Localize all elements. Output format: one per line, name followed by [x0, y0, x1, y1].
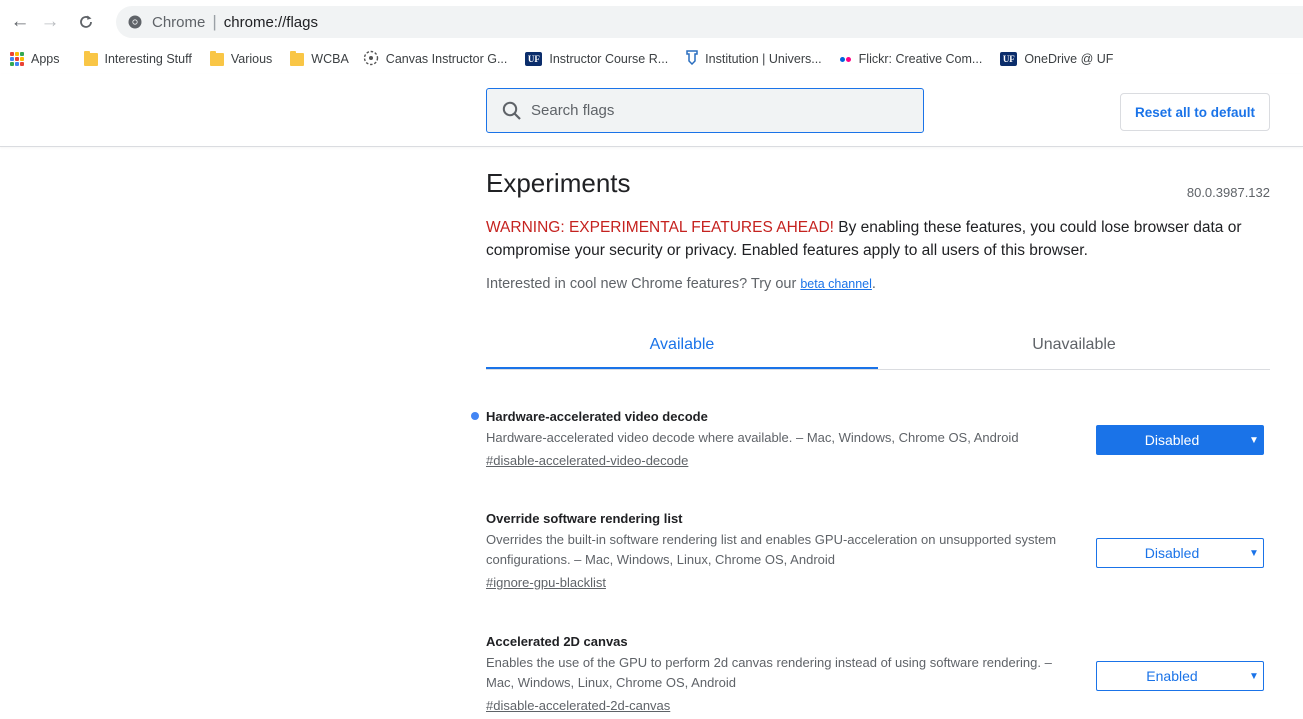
experiment-description: Enables the use of the GPU to perform 2d… [486, 655, 1052, 690]
reload-icon[interactable] [72, 8, 100, 36]
bookmark-label: Instructor Course R... [549, 52, 669, 66]
experiment-hardware-video-decode: Hardware-accelerated video decode Hardwa… [471, 409, 1270, 470]
folder-icon [83, 50, 98, 66]
forward-arrow-icon[interactable]: → [36, 8, 64, 36]
chrome-logo-icon [128, 15, 142, 29]
warning-strong: WARNING: EXPERIMENTAL FEATURES AHEAD! [486, 219, 834, 236]
flags-content: Experiments 80.0.3987.132 WARNING: EXPER… [471, 146, 1270, 713]
search-box[interactable] [486, 88, 924, 133]
tab-available[interactable]: Available [486, 323, 878, 369]
bookmark-canvas-instructor[interactable]: Canvas Instructor G... [363, 50, 508, 69]
experiment-name-text: Override software rendering list [486, 511, 683, 526]
flags-header: Reset all to default [0, 74, 1303, 147]
bookmark-label: Apps [31, 52, 60, 66]
flickr-icon [839, 56, 852, 62]
bookmark-apps[interactable]: Apps [10, 52, 60, 66]
experiment-permalink[interactable]: #disable-accelerated-2d-canvas [486, 697, 1270, 715]
select-value: Disabled [1144, 432, 1200, 448]
experiment-select[interactable]: Disabled ▼ [1096, 538, 1264, 568]
interest-lead: Interested in cool new Chrome features? … [486, 276, 801, 292]
experiment-description: Overrides the built-in software renderin… [486, 532, 1057, 567]
bookmark-onedrive[interactable]: UF OneDrive @ UF [1000, 52, 1113, 66]
site-chip-label: Chrome [152, 13, 206, 31]
address-bar[interactable]: Chrome | chrome://flags [116, 6, 1303, 38]
tabs: Available Unavailable [486, 323, 1270, 370]
folder-icon [290, 50, 305, 66]
select-value: Disabled [1144, 545, 1200, 561]
experiment-override-software-rendering: Override software rendering list Overrid… [486, 511, 1270, 592]
bookmark-wcba[interactable]: WCBA [290, 50, 349, 66]
caret-down-icon: ▼ [1249, 547, 1259, 559]
beta-channel-link[interactable]: beta channel [800, 277, 872, 291]
bookmark-label: Flickr: Creative Com... [858, 52, 983, 66]
back-arrow-icon[interactable]: ← [6, 8, 34, 36]
bookmarks-bar: Apps Interesting Stuff Various WCBA Canv… [0, 44, 1303, 74]
page-title: Experiments [486, 168, 631, 198]
interest-end: . [871, 276, 876, 292]
experiment-name-text: Accelerated 2D canvas [486, 634, 628, 649]
search-input[interactable] [529, 101, 913, 120]
reset-all-button[interactable]: Reset all to default [1120, 93, 1270, 131]
warning-text: WARNING: EXPERIMENTAL FEATURES AHEAD! By… [486, 216, 1270, 262]
experiment-permalink[interactable]: #ignore-gpu-blacklist [486, 574, 1270, 592]
bookmark-label: WCBA [311, 52, 349, 66]
bookmark-label: Canvas Instructor G... [385, 52, 508, 66]
experiment-name: Hardware-accelerated video decode [471, 409, 1270, 424]
bookmark-interesting-stuff[interactable]: Interesting Stuff [83, 50, 192, 66]
bookmark-label: OneDrive @ UF [1024, 52, 1114, 66]
chip-separator: | [212, 12, 217, 31]
modified-dot-icon [471, 412, 479, 420]
experiment-select[interactable]: Disabled ▼ [1096, 425, 1264, 455]
select-value: Enabled [1146, 668, 1198, 684]
uf-logo-icon: UF [1000, 52, 1018, 66]
bookmark-label: Various [230, 52, 273, 66]
canvas-logo-icon [363, 50, 379, 69]
bookmark-instructor-course[interactable]: UF Instructor Course R... [525, 52, 668, 66]
experiment-name: Override software rendering list [486, 511, 1270, 526]
experiment-accelerated-2d-canvas: Accelerated 2D canvas Enables the use of… [486, 634, 1270, 715]
bookmark-institution[interactable]: Institution | Univers... [686, 50, 822, 68]
uf-logo-icon: UF [525, 52, 543, 66]
title-row: Experiments 80.0.3987.132 [486, 146, 1270, 200]
experiment-name: Accelerated 2D canvas [486, 634, 1270, 649]
folder-icon [209, 50, 224, 66]
bookmark-label: Institution | Univers... [705, 52, 822, 66]
url-text: chrome://flags [223, 13, 318, 31]
version-number: 80.0.3987.132 [1186, 185, 1270, 200]
search-icon [502, 101, 521, 120]
bookmark-various[interactable]: Various [209, 50, 273, 66]
bookmark-label: Interesting Stuff [104, 52, 192, 66]
experiment-select[interactable]: Enabled ▼ [1096, 661, 1264, 691]
tab-unavailable[interactable]: Unavailable [878, 323, 1270, 367]
apps-grid-icon [10, 52, 24, 66]
caret-down-icon: ▼ [1249, 670, 1259, 682]
browser-toolbar: ← → Chrome | chrome://flags [0, 0, 1303, 44]
interest-text: Interested in cool new Chrome features? … [486, 276, 1270, 292]
experiment-name-text: Hardware-accelerated video decode [486, 409, 708, 424]
institution-icon [686, 50, 698, 68]
experiment-description: Hardware-accelerated video decode where … [486, 430, 1019, 445]
caret-down-icon: ▼ [1249, 434, 1259, 446]
bookmark-flickr[interactable]: Flickr: Creative Com... [839, 52, 983, 66]
